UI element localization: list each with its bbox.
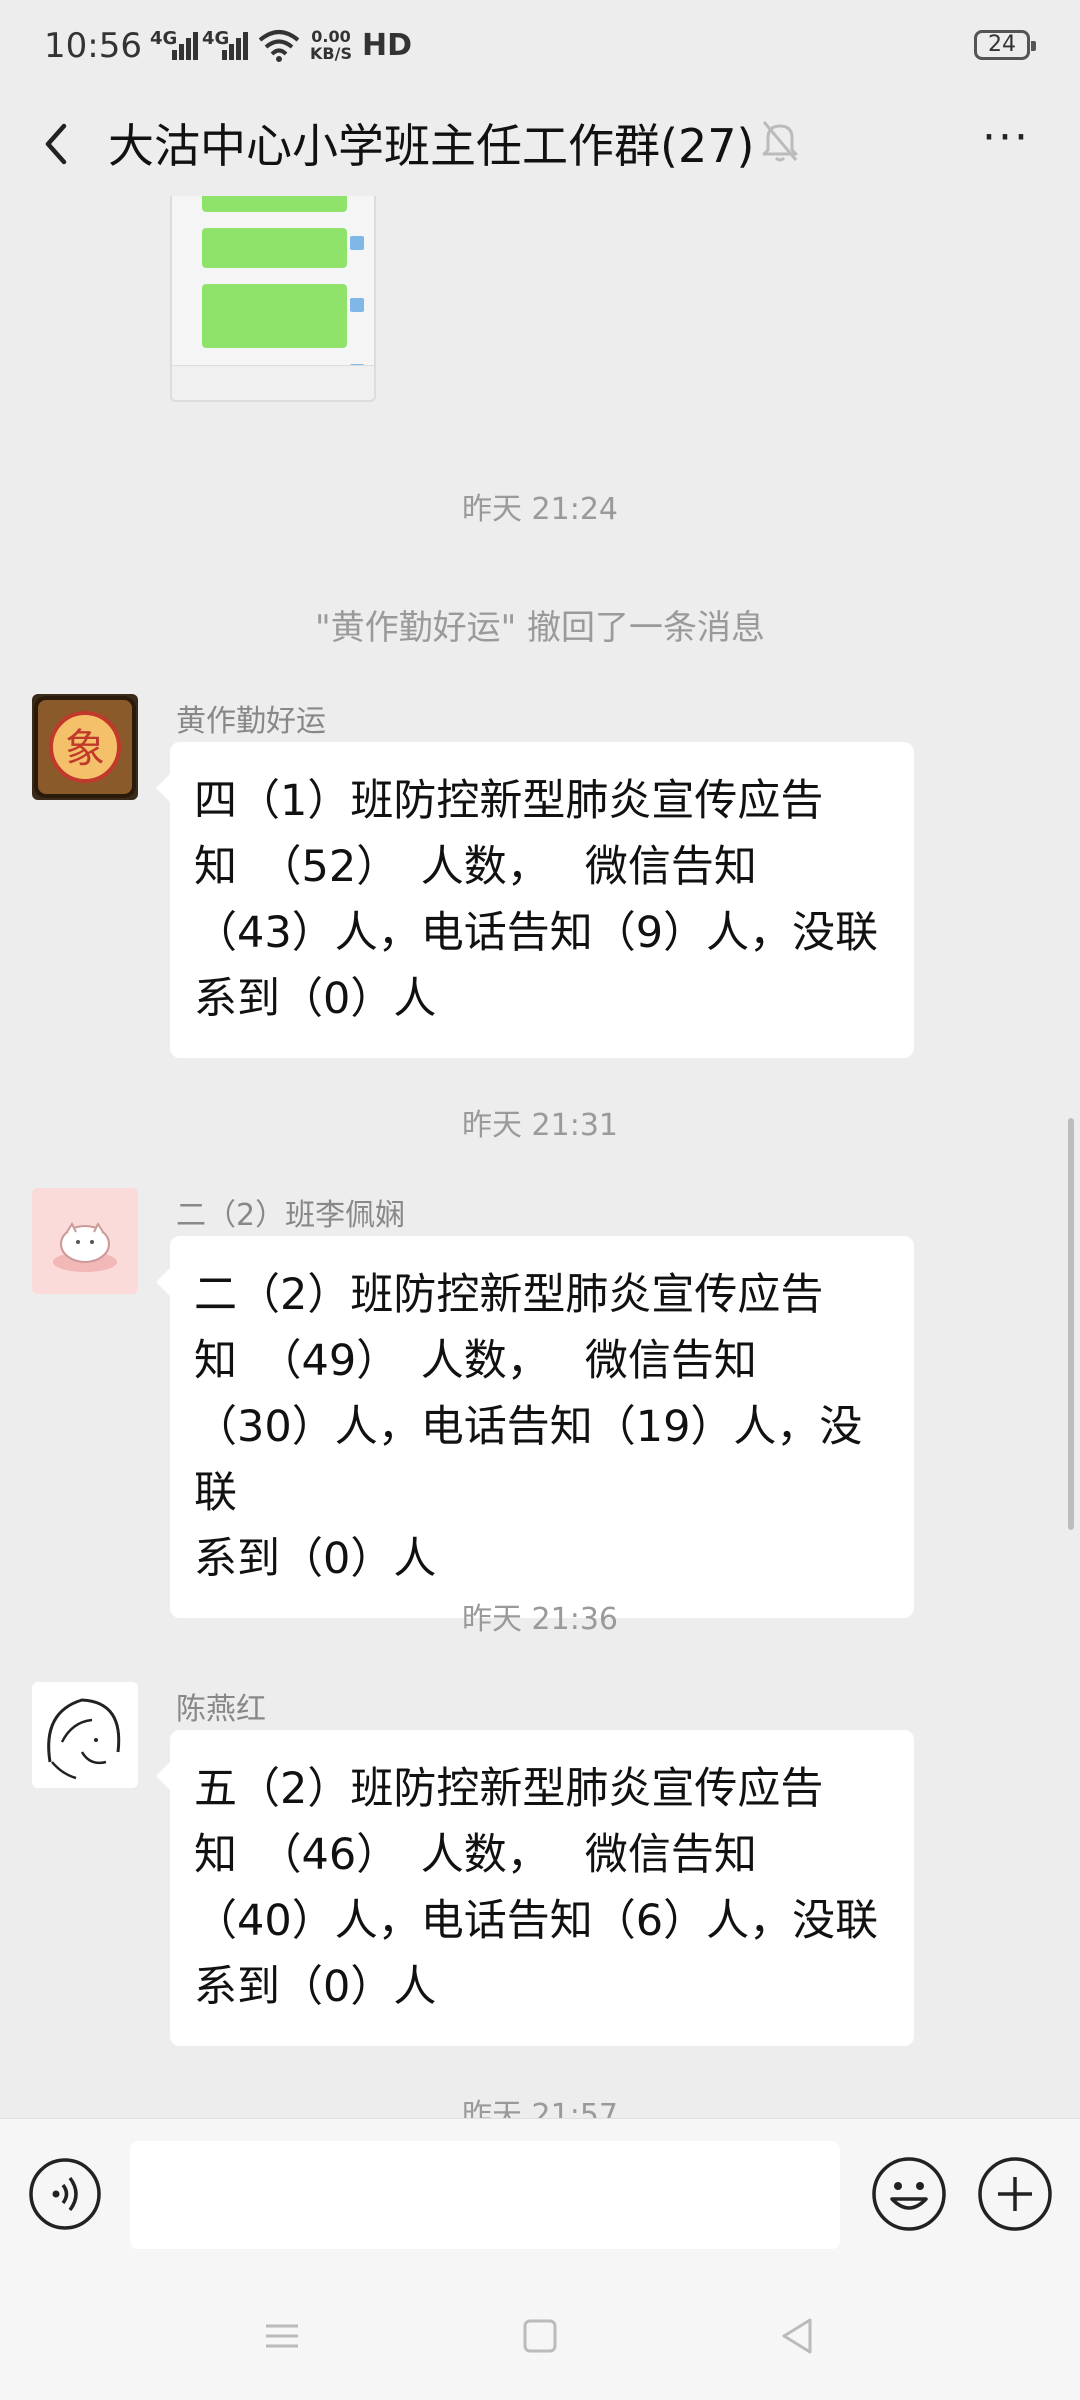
message-line: （43）人，电话告知（9）人，没联 [194,908,879,958]
message-bubble[interactable]: 二（2）班防控新型肺炎宣传应告 知 （49） 人数， 微信告知 （30）人，电话… [156,1236,914,1618]
emoji-icon[interactable] [870,2155,948,2233]
status-bar: 10:56 4G 4G 0.00 KB/S HD 24 [0,0,1080,96]
bell-off-icon [760,118,800,164]
sender-name: 二（2）班李佩娴 [176,1198,406,1233]
chat-title: 大沽中心小学班主任工作群(27) [108,119,755,173]
shared-image[interactable] [170,196,376,402]
avatar[interactable]: 象 [32,694,138,800]
home-icon[interactable] [516,2312,564,2360]
chat-area: 昨天 21:24 "黄作勤好运" 撤回了一条消息 象 黄作勤好运 四（1）班防控… [0,196,1080,2118]
net-speed: 0.00 KB/S [310,28,352,62]
message-line: 系到（0）人 [194,1962,437,2012]
avatar-char: 象 [65,726,105,772]
message-bubble[interactable]: 四（1）班防控新型肺炎宣传应告 知 （52） 人数， 微信告知 （43）人，电话… [156,742,914,1058]
timestamp: 昨天 21:57 [462,2098,618,2118]
scrollbar[interactable] [1068,1118,1074,1530]
more-options-button[interactable]: ··· [976,116,1036,168]
message-line: 知 （49） 人数， 微信告知 [194,1336,757,1386]
status-time: 10:56 [44,26,142,66]
message-line: （40）人，电话告知（6）人，没联 [194,1896,879,1946]
timestamp: 昨天 21:31 [462,1108,618,1143]
message-line: 五（2）班防控新型肺炎宣传应告 [194,1764,824,1814]
signal-2-icon [222,32,248,66]
message-line: 系到（0）人 [194,1534,437,1584]
message-line: （30）人，电话告知（19）人，没联 [194,1402,863,1518]
system-nav-bar [0,2270,1080,2400]
message-line: 知 （52） 人数， 微信告知 [194,842,757,892]
message-bubble[interactable]: 五（2）班防控新型肺炎宣传应告 知 （46） 人数， 微信告知 （40）人，电话… [156,1730,914,2046]
net-speed-value: 0.00 [311,27,351,46]
back-triangle-icon[interactable] [774,2312,822,2360]
chevron-left-icon[interactable] [30,114,90,174]
message-line: 二（2）班防控新型肺炎宣传应告 [194,1270,824,1320]
hd-indicator: HD [362,28,413,63]
menu-icon[interactable] [258,2312,306,2360]
battery-icon: 24 [974,30,1036,60]
message-line: 系到（0）人 [194,974,437,1024]
input-bar [0,2118,1080,2271]
timestamp: 昨天 21:24 [462,492,618,527]
timestamp: 昨天 21:36 [462,1602,618,1637]
voice-icon[interactable] [28,2157,102,2231]
recall-notice: "黄作勤好运" 撤回了一条消息 [314,608,766,648]
sender-name: 黄作勤好运 [176,704,326,739]
wifi-icon [258,28,300,66]
avatar[interactable] [32,1188,138,1294]
avatar[interactable] [32,1682,138,1788]
message-line: 四（1）班防控新型肺炎宣传应告 [194,776,824,826]
sender-name: 陈燕红 [176,1692,266,1727]
signal-1-icon [172,32,198,66]
message-input[interactable] [130,2141,840,2249]
chat-header: 大沽中心小学班主任工作群(27) ··· [0,96,1080,196]
net-speed-unit: KB/S [310,44,352,63]
battery-level: 24 [988,32,1016,57]
plus-icon[interactable] [976,2155,1054,2233]
message-line: 知 （46） 人数， 微信告知 [194,1830,757,1880]
